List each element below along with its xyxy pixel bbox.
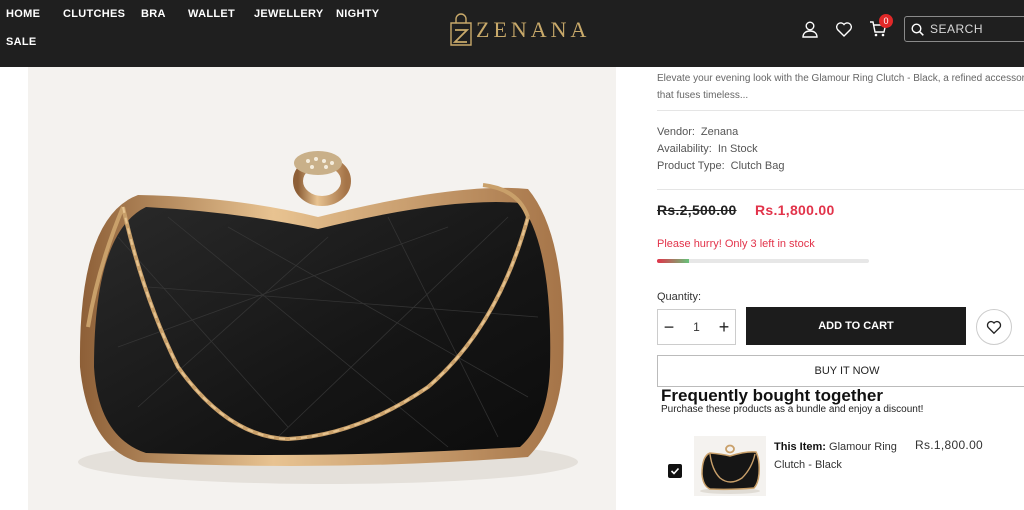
product-description-line: Elevate your evening look with the Glamo… [657, 73, 1024, 84]
search-box[interactable] [904, 16, 1024, 42]
checkmark-icon [670, 467, 680, 475]
availability-label: Availability: [657, 143, 712, 155]
bundle-subtitle: Purchase these products as a bundle and … [661, 404, 924, 415]
product-image[interactable] [28, 67, 616, 510]
nav-item-nighty[interactable]: NIGHTY [336, 8, 379, 20]
buy-it-now-button[interactable]: BUY IT NOW [657, 355, 1024, 387]
vendor-value[interactable]: Zenana [701, 126, 738, 138]
search-input[interactable] [930, 22, 1024, 36]
shopping-bag-logo-icon [450, 13, 472, 46]
nav-item-sale[interactable]: SALE [6, 36, 37, 48]
availability-row: Availability: In Stock [657, 143, 758, 155]
bundle-title: Frequently bought together [661, 386, 883, 405]
nav-item-clutches[interactable]: CLUTCHES [63, 8, 125, 20]
site-header: HOME CLUTCHES BRA WALLET JEWELLERY NIGHT… [0, 0, 1024, 67]
clutch-bag-photo [78, 151, 578, 484]
original-price: Rs.2,500.00 [657, 202, 737, 218]
vendor-row: Vendor: Zenana [657, 126, 738, 138]
search-icon[interactable] [911, 22, 924, 36]
bundle-item-checkbox[interactable] [668, 464, 682, 478]
user-icon[interactable] [800, 19, 820, 39]
add-to-wishlist-button[interactable] [976, 309, 1012, 345]
product-description-line: that fuses timeless... [657, 90, 749, 101]
quantity-increase-button[interactable]: + [713, 317, 735, 338]
quantity-stepper: − + [657, 309, 736, 345]
bundle-item-thumbnail[interactable] [694, 436, 766, 496]
add-to-cart-button[interactable]: ADD TO CART [746, 307, 966, 345]
product-type-row: Product Type: Clutch Bag [657, 160, 784, 172]
clutch-bag-thumbnail [700, 444, 760, 494]
divider [657, 189, 1024, 190]
product-type-label: Product Type: [657, 160, 725, 172]
brand-logo-text: ZENANA [476, 17, 591, 42]
divider [657, 110, 1024, 111]
quantity-input[interactable] [681, 320, 712, 334]
vendor-label: Vendor: [657, 126, 695, 138]
heart-icon [986, 320, 1002, 335]
nav-item-jewellery[interactable]: JEWELLERY [254, 8, 324, 20]
stock-progress-fill [657, 259, 689, 263]
nav-item-bra[interactable]: BRA [141, 8, 166, 20]
quantity-label: Quantity: [657, 291, 702, 303]
nav-item-home[interactable]: HOME [6, 8, 40, 20]
cart-count-badge: 0 [879, 14, 893, 28]
low-stock-message: Please hurry! Only 3 left in stock [657, 238, 815, 250]
product-description: Elevate your evening look with the Glamo… [657, 70, 1024, 104]
nav-item-wallet[interactable]: WALLET [188, 8, 235, 20]
bundle-item-prefix: This Item: [774, 441, 826, 453]
stock-progress-bar [657, 259, 869, 263]
brand-logo[interactable]: ZENANA [448, 12, 590, 48]
bundle-item-price: Rs.1,800.00 [915, 438, 984, 452]
availability-value: In Stock [717, 143, 758, 155]
sale-price: Rs.1,800.00 [755, 202, 835, 218]
heart-icon[interactable] [834, 19, 854, 39]
quantity-decrease-button[interactable]: − [658, 317, 680, 338]
product-type-value[interactable]: Clutch Bag [731, 160, 785, 172]
bundle-item-name[interactable]: This Item: Glamour Ring Clutch - Black [774, 438, 914, 474]
